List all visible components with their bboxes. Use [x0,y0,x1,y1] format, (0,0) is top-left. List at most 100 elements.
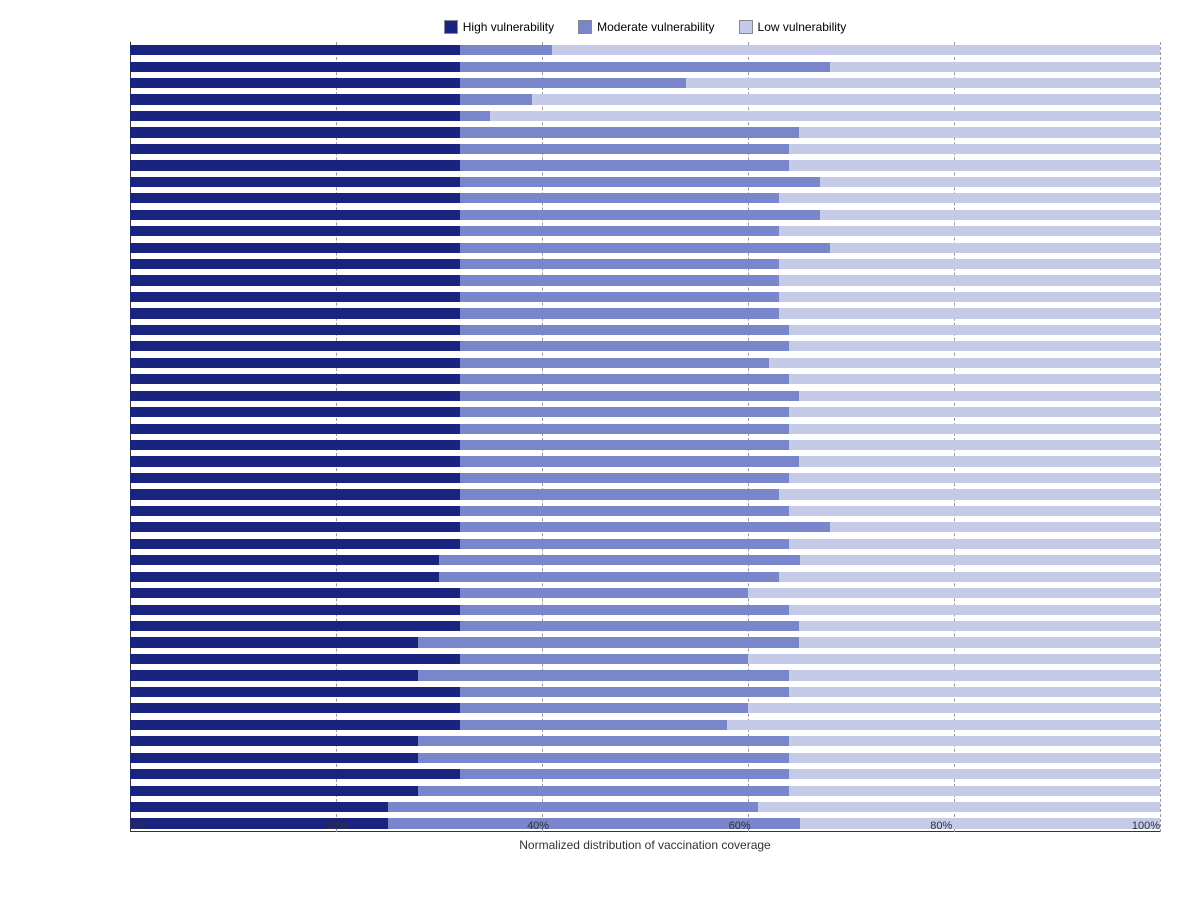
bar-moderate-segment [460,621,800,631]
bar-high-segment [130,407,460,417]
bar-low-segment [748,654,1160,664]
bar-high-segment [130,769,460,779]
bar-moderate-segment [418,786,789,796]
bar-high-segment [130,45,460,55]
legend-moderate-label: Moderate vulnerability [597,20,714,34]
chart-container: High vulnerability Moderate vulnerabilit… [0,0,1200,922]
bar-moderate-segment [460,78,687,88]
bar-high-segment [130,177,460,187]
bar-row: California [130,749,1160,765]
bar-row: Alabama [130,174,1160,190]
bar-row: Montana [130,42,1160,58]
bar-moderate-segment [460,226,779,236]
x-label-80: 80% [930,820,952,832]
bar-low-segment [789,539,1160,549]
bar-low-segment [779,226,1160,236]
bar-low-segment [820,210,1160,220]
bar-moderate-segment [460,193,779,203]
bar-low-segment [789,687,1160,697]
bar-row: Mississippi [130,470,1160,486]
legend-low-swatch [739,20,753,34]
bar-high-segment [130,391,460,401]
bar-moderate-segment [460,473,790,483]
bar-moderate-segment [460,720,728,730]
bar-moderate-segment [460,687,790,697]
bar-low-segment [799,637,1160,647]
bar-row: Vermont [130,667,1160,683]
bar-moderate-segment [460,374,790,384]
bar-high-segment [130,144,460,154]
bar-row: Rhode Island [130,733,1160,749]
bar-row: Missouri [130,503,1160,519]
bar-low-segment [789,473,1160,483]
bar-row: North Dakota [130,536,1160,552]
bar-high-segment [130,62,460,72]
bar-low-segment [779,275,1160,285]
bar-low-segment [789,144,1160,154]
bar-high-segment [130,720,460,730]
bar-moderate-segment [460,243,831,253]
bar-row: Maryland [130,782,1160,798]
bar-high-segment [130,506,460,516]
bar-low-segment [789,325,1160,335]
bar-low-segment [779,259,1160,269]
x-axis-title: Normalized distribution of vaccination c… [519,838,770,852]
legend-moderate: Moderate vulnerability [578,20,714,34]
bar-high-segment [130,308,460,318]
bar-high-segment [130,440,460,450]
bar-high-segment [130,736,418,746]
x-axis: 0% 20% 40% 60% 80% 100% [130,820,1160,832]
bar-low-segment [830,62,1160,72]
bar-low-segment [789,753,1160,763]
bar-low-segment [779,572,1160,582]
bar-high-segment [130,193,460,203]
bar-high-segment [130,94,460,104]
legend-low-label: Low vulnerability [758,20,847,34]
bar-row: Idaho [130,799,1160,815]
bars-wrapper: MontanaAlaskaArizonaWest VirginiaNebrask… [130,42,1160,832]
bar-high-segment [130,572,439,582]
bar-high-segment [130,539,460,549]
bar-row: Kansas [130,766,1160,782]
bar-moderate-segment [418,637,799,647]
bar-high-segment [130,127,460,137]
bar-moderate-segment [460,407,790,417]
gridline-100 [1160,42,1161,832]
bar-row: Arkansas [130,684,1160,700]
bar-low-segment [789,786,1160,796]
bar-high-segment [130,687,460,697]
bar-row: Kentucky [130,404,1160,420]
bar-row: New York [130,700,1160,716]
bar-high-segment [130,424,460,434]
bar-row: Iowa [130,601,1160,617]
bar-moderate-segment [460,341,790,351]
bar-moderate-segment [460,325,790,335]
bar-moderate-segment [460,522,831,532]
bar-high-segment [130,588,460,598]
bar-moderate-segment [460,210,821,220]
bar-moderate-segment [460,275,779,285]
bar-row: Florida [130,717,1160,733]
bar-high-segment [130,786,418,796]
bar-high-segment [130,78,460,88]
bar-high-segment [130,259,460,269]
legend-low: Low vulnerability [739,20,847,34]
bar-low-segment [830,522,1160,532]
bar-low-segment [789,506,1160,516]
bar-row: Nevada [130,519,1160,535]
bar-low-segment [686,78,1160,88]
bar-high-segment [130,753,418,763]
bar-row: Tennessee [130,371,1160,387]
bar-moderate-segment [460,539,790,549]
bar-row: Indiana [130,486,1160,502]
bar-low-segment [532,94,1160,104]
bar-row: Arizona [130,75,1160,91]
bar-low-segment [789,160,1160,170]
bar-low-segment [758,802,1160,812]
bar-moderate-segment [460,144,790,154]
bar-low-segment [789,605,1160,615]
bar-row: Colorado [130,585,1160,601]
bar-moderate-segment [460,45,553,55]
bar-moderate-segment [460,177,821,187]
bar-high-segment [130,522,460,532]
